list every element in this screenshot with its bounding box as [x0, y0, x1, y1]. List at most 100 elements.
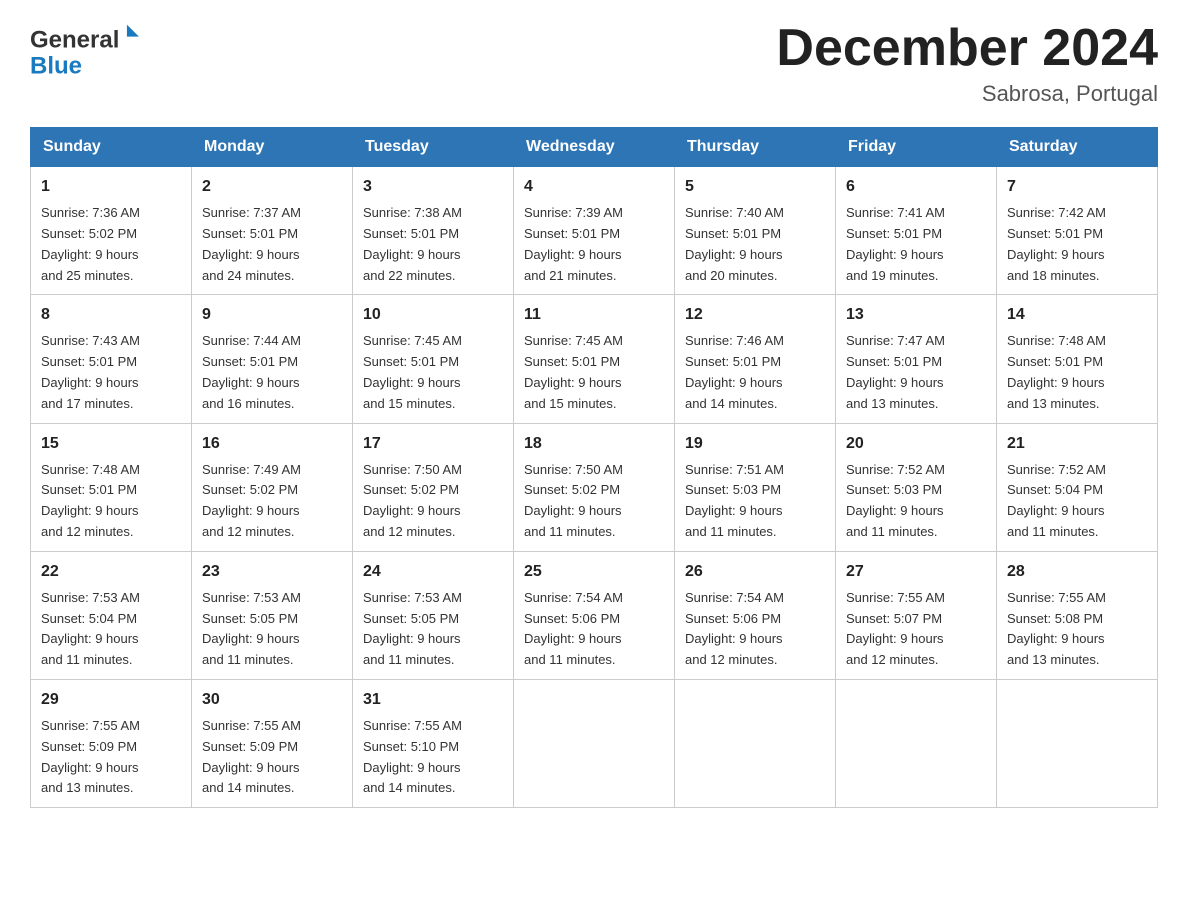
day-info: Sunrise: 7:55 AMSunset: 5:09 PMDaylight:…	[41, 716, 181, 799]
calendar-cell: 15 Sunrise: 7:48 AMSunset: 5:01 PMDayligh…	[31, 423, 192, 551]
calendar-cell: 31 Sunrise: 7:55 AMSunset: 5:10 PMDayligh…	[353, 679, 514, 807]
calendar-cell: 11Sunrise: 7:45 AMSunset: 5:01 PMDayligh…	[514, 295, 675, 423]
calendar-week-row: 1Sunrise: 7:36 AMSunset: 5:02 PMDaylight…	[31, 167, 1158, 295]
calendar-cell: 9 Sunrise: 7:44 AMSunset: 5:01 PMDaylight…	[192, 295, 353, 423]
calendar-cell: 27 Sunrise: 7:55 AMSunset: 5:07 PMDayligh…	[836, 551, 997, 679]
day-number: 8	[41, 303, 181, 327]
day-info: Sunrise: 7:55 AMSunset: 5:08 PMDaylight:…	[1007, 588, 1147, 671]
day-info: Sunrise: 7:44 AMSunset: 5:01 PMDaylight:…	[202, 331, 342, 414]
day-info: Sunrise: 7:45 AMSunset: 5:01 PMDaylight:…	[363, 331, 503, 414]
day-number: 31	[363, 688, 503, 712]
title-block: December 2024 Sabrosa, Portugal	[776, 20, 1158, 107]
calendar-cell: 28 Sunrise: 7:55 AMSunset: 5:08 PMDayligh…	[997, 551, 1158, 679]
day-info: Sunrise: 7:50 AMSunset: 5:02 PMDaylight:…	[524, 460, 664, 543]
day-number: 11	[524, 303, 664, 327]
day-info: Sunrise: 7:43 AMSunset: 5:01 PMDaylight:…	[41, 331, 181, 414]
calendar-cell: 21 Sunrise: 7:52 AMSunset: 5:04 PMDayligh…	[997, 423, 1158, 551]
calendar-cell: 20 Sunrise: 7:52 AMSunset: 5:03 PMDayligh…	[836, 423, 997, 551]
day-header-wednesday: Wednesday	[514, 128, 675, 167]
month-title: December 2024	[776, 20, 1158, 77]
calendar-cell: 8 Sunrise: 7:43 AMSunset: 5:01 PMDaylight…	[31, 295, 192, 423]
day-number: 21	[1007, 432, 1147, 456]
day-info: Sunrise: 7:48 AMSunset: 5:01 PMDaylight:…	[41, 460, 181, 543]
calendar-cell: 29Sunrise: 7:55 AMSunset: 5:09 PMDayligh…	[31, 679, 192, 807]
location: Sabrosa, Portugal	[776, 81, 1158, 107]
calendar-cell: 25Sunrise: 7:54 AMSunset: 5:06 PMDayligh…	[514, 551, 675, 679]
calendar-cell	[675, 679, 836, 807]
day-info: Sunrise: 7:53 AMSunset: 5:05 PMDaylight:…	[363, 588, 503, 671]
day-number: 13	[846, 303, 986, 327]
day-header-tuesday: Tuesday	[353, 128, 514, 167]
day-info: Sunrise: 7:54 AMSunset: 5:06 PMDaylight:…	[685, 588, 825, 671]
day-info: Sunrise: 7:55 AMSunset: 5:07 PMDaylight:…	[846, 588, 986, 671]
day-info: Sunrise: 7:39 AMSunset: 5:01 PMDaylight:…	[524, 203, 664, 286]
day-header-saturday: Saturday	[997, 128, 1158, 167]
calendar-cell: 30 Sunrise: 7:55 AMSunset: 5:09 PMDayligh…	[192, 679, 353, 807]
day-info: Sunrise: 7:52 AMSunset: 5:03 PMDaylight:…	[846, 460, 986, 543]
calendar-cell: 5 Sunrise: 7:40 AMSunset: 5:01 PMDaylight…	[675, 167, 836, 295]
calendar-cell: 12 Sunrise: 7:46 AMSunset: 5:01 PMDayligh…	[675, 295, 836, 423]
day-info: Sunrise: 7:48 AMSunset: 5:01 PMDaylight:…	[1007, 331, 1147, 414]
logo: General Blue	[30, 20, 150, 80]
day-info: Sunrise: 7:37 AMSunset: 5:01 PMDaylight:…	[202, 203, 342, 286]
calendar-cell: 22 Sunrise: 7:53 AMSunset: 5:04 PMDayligh…	[31, 551, 192, 679]
day-header-friday: Friday	[836, 128, 997, 167]
day-info: Sunrise: 7:51 AMSunset: 5:03 PMDaylight:…	[685, 460, 825, 543]
day-info: Sunrise: 7:40 AMSunset: 5:01 PMDaylight:…	[685, 203, 825, 286]
day-info: Sunrise: 7:55 AMSunset: 5:09 PMDaylight:…	[202, 716, 342, 799]
calendar-week-row: 8 Sunrise: 7:43 AMSunset: 5:01 PMDaylight…	[31, 295, 1158, 423]
day-number: 27	[846, 560, 986, 584]
svg-text:Blue: Blue	[30, 53, 82, 80]
day-info: Sunrise: 7:55 AMSunset: 5:10 PMDaylight:…	[363, 716, 503, 799]
day-number: 28	[1007, 560, 1147, 584]
calendar-cell: 18Sunrise: 7:50 AMSunset: 5:02 PMDayligh…	[514, 423, 675, 551]
calendar-cell	[997, 679, 1158, 807]
day-number: 7	[1007, 175, 1147, 199]
day-info: Sunrise: 7:49 AMSunset: 5:02 PMDaylight:…	[202, 460, 342, 543]
day-number: 2	[202, 175, 342, 199]
day-number: 4	[524, 175, 664, 199]
day-number: 20	[846, 432, 986, 456]
day-number: 19	[685, 432, 825, 456]
day-header-monday: Monday	[192, 128, 353, 167]
calendar-cell: 19 Sunrise: 7:51 AMSunset: 5:03 PMDayligh…	[675, 423, 836, 551]
day-info: Sunrise: 7:53 AMSunset: 5:05 PMDaylight:…	[202, 588, 342, 671]
calendar-table: SundayMondayTuesdayWednesdayThursdayFrid…	[30, 127, 1158, 808]
day-header-sunday: Sunday	[31, 128, 192, 167]
day-info: Sunrise: 7:42 AMSunset: 5:01 PMDaylight:…	[1007, 203, 1147, 286]
day-info: Sunrise: 7:52 AMSunset: 5:04 PMDaylight:…	[1007, 460, 1147, 543]
calendar-cell: 26 Sunrise: 7:54 AMSunset: 5:06 PMDayligh…	[675, 551, 836, 679]
day-info: Sunrise: 7:46 AMSunset: 5:01 PMDaylight:…	[685, 331, 825, 414]
svg-text:General: General	[30, 27, 119, 54]
day-number: 30	[202, 688, 342, 712]
calendar-cell: 16Sunrise: 7:49 AMSunset: 5:02 PMDayligh…	[192, 423, 353, 551]
day-number: 6	[846, 175, 986, 199]
calendar-cell: 2 Sunrise: 7:37 AMSunset: 5:01 PMDaylight…	[192, 167, 353, 295]
day-number: 17	[363, 432, 503, 456]
calendar-cell: 17 Sunrise: 7:50 AMSunset: 5:02 PMDayligh…	[353, 423, 514, 551]
day-number: 10	[363, 303, 503, 327]
day-info: Sunrise: 7:54 AMSunset: 5:06 PMDaylight:…	[524, 588, 664, 671]
day-number: 12	[685, 303, 825, 327]
calendar-cell	[514, 679, 675, 807]
day-number: 9	[202, 303, 342, 327]
day-number: 26	[685, 560, 825, 584]
day-info: Sunrise: 7:41 AMSunset: 5:01 PMDaylight:…	[846, 203, 986, 286]
day-number: 14	[1007, 303, 1147, 327]
day-info: Sunrise: 7:50 AMSunset: 5:02 PMDaylight:…	[363, 460, 503, 543]
day-number: 15	[41, 432, 181, 456]
calendar-cell	[836, 679, 997, 807]
day-header-thursday: Thursday	[675, 128, 836, 167]
day-number: 5	[685, 175, 825, 199]
day-info: Sunrise: 7:53 AMSunset: 5:04 PMDaylight:…	[41, 588, 181, 671]
calendar-cell: 23Sunrise: 7:53 AMSunset: 5:05 PMDayligh…	[192, 551, 353, 679]
page-header: General Blue December 2024 Sabrosa, Port…	[30, 20, 1158, 107]
day-number: 3	[363, 175, 503, 199]
day-number: 22	[41, 560, 181, 584]
calendar-week-row: 29Sunrise: 7:55 AMSunset: 5:09 PMDayligh…	[31, 679, 1158, 807]
calendar-cell: 24Sunrise: 7:53 AMSunset: 5:05 PMDayligh…	[353, 551, 514, 679]
calendar-cell: 10 Sunrise: 7:45 AMSunset: 5:01 PMDayligh…	[353, 295, 514, 423]
day-number: 1	[41, 175, 181, 199]
calendar-cell: 7 Sunrise: 7:42 AMSunset: 5:01 PMDaylight…	[997, 167, 1158, 295]
generalblue-logo: General Blue	[30, 20, 150, 80]
